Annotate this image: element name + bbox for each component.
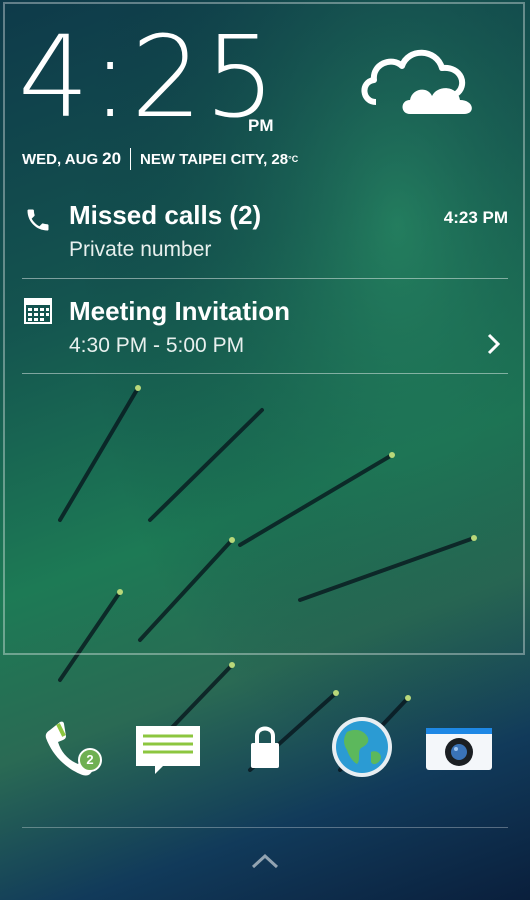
temperature-unit: °C (288, 154, 299, 164)
notification-time: 4:23 PM (443, 208, 508, 227)
phone-app-icon (45, 721, 98, 776)
clock-time: 4:25 (18, 13, 278, 143)
notification-subtitle: 4:30 PM - 5:00 PM (69, 334, 245, 357)
notification-divider (22, 278, 508, 279)
messages-app-icon (136, 726, 200, 774)
calendar-icon (24, 298, 52, 324)
missed-call-count-badge: 2 (78, 748, 102, 772)
lockscreen-shortcut-dock: 2 (0, 712, 530, 792)
phone-shortcut[interactable]: 2 (36, 712, 106, 782)
notification-title: Meeting Invitation (69, 296, 290, 326)
date-separator (130, 148, 132, 170)
globe-icon (332, 717, 392, 777)
notification-divider (22, 373, 508, 374)
browser-shortcut[interactable] (327, 712, 397, 782)
camera-shortcut[interactable] (424, 712, 494, 782)
camera-app-icon (426, 728, 492, 770)
notification-subtitle: Private number (69, 238, 212, 261)
clock-ampm: PM (248, 116, 274, 135)
chevron-right-icon[interactable] (486, 332, 502, 356)
lock-icon (251, 726, 279, 768)
date-weekday-month: WED, AUG (22, 150, 99, 168)
notification-title: Missed calls (2) (69, 200, 262, 230)
date-line: WED, AUG 20 NEW TAIPEI CITY, 28 °C (22, 148, 298, 170)
date-day: 20 (102, 149, 122, 168)
missed-calls-notification[interactable]: Missed calls (2) Private number 4:23 PM (22, 200, 508, 270)
location-temperature: NEW TAIPEI CITY, 28 (140, 150, 289, 168)
dock-divider (22, 827, 508, 828)
chevron-up-icon[interactable] (250, 852, 280, 870)
cloudy-icon[interactable] (358, 42, 484, 118)
meeting-invitation-notification[interactable]: Meeting Invitation 4:30 PM - 5:00 PM (22, 296, 508, 366)
phone-icon (27, 209, 49, 231)
messages-shortcut[interactable] (133, 712, 203, 782)
unlock-button[interactable] (230, 712, 300, 782)
